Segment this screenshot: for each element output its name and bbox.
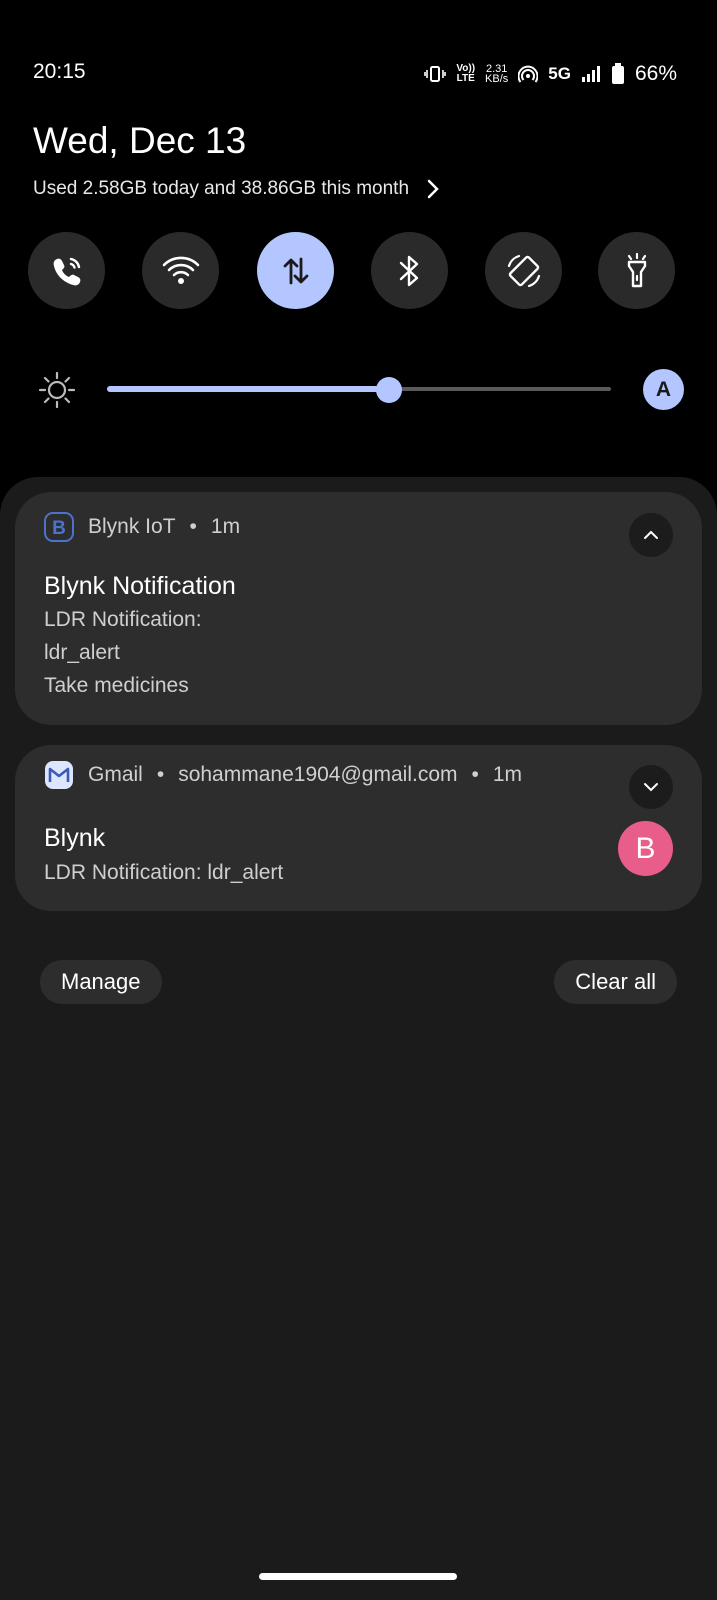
bluetooth-icon bbox=[399, 255, 418, 286]
tile-wifi[interactable] bbox=[142, 232, 219, 309]
home-indicator[interactable] bbox=[259, 1573, 457, 1580]
app-name: Gmail bbox=[88, 763, 143, 786]
status-icons: Vo)) LTE 2.31 KB/s 5G 66% bbox=[424, 62, 677, 86]
chevron-right-icon bbox=[427, 179, 439, 199]
notification-line: ldr_alert bbox=[44, 641, 120, 664]
brightness-slider-thumb[interactable] bbox=[376, 377, 403, 403]
sender-avatar: B bbox=[618, 821, 673, 876]
phone-wifi-icon bbox=[53, 257, 80, 285]
app-name: Blynk IoT bbox=[88, 515, 176, 538]
network-speed: 2.31 KB/s bbox=[485, 63, 509, 85]
blynk-app-icon: B bbox=[44, 512, 74, 542]
date-label: Wed, Dec 13 bbox=[33, 120, 247, 161]
notification-header: Gmail • sohammane1904@gmail.com • 1m bbox=[44, 760, 522, 790]
vibrate-icon bbox=[424, 65, 447, 83]
separator-dot: • bbox=[471, 763, 479, 786]
tile-flashlight[interactable] bbox=[598, 232, 675, 309]
tile-wifi-calling[interactable] bbox=[28, 232, 105, 309]
account-email: sohammane1904@gmail.com bbox=[178, 763, 458, 786]
data-usage-link[interactable]: Used 2.58GB today and 38.86GB this month bbox=[33, 178, 439, 200]
data-usage-text: Used 2.58GB today and 38.86GB this month bbox=[33, 178, 410, 199]
tile-mobile-data[interactable] bbox=[257, 232, 334, 309]
wifi-icon bbox=[162, 256, 199, 284]
notification-header: B Blynk IoT • 1m bbox=[44, 512, 240, 542]
notification-title: Blynk bbox=[44, 824, 106, 852]
separator-dot: • bbox=[156, 763, 165, 786]
chevron-down-icon bbox=[644, 783, 658, 792]
status-time: 20:15 bbox=[33, 60, 86, 83]
brightness-fill bbox=[107, 386, 390, 392]
data-arrows-icon bbox=[283, 257, 308, 284]
expand-button[interactable] bbox=[629, 765, 673, 809]
separator-dot: • bbox=[189, 515, 197, 538]
signal-icon bbox=[581, 65, 601, 83]
collapse-button[interactable] bbox=[629, 513, 673, 557]
rotate-icon bbox=[507, 254, 540, 287]
notification-line: LDR Notification: bbox=[44, 608, 202, 631]
notification-blynk[interactable]: B Blynk IoT • 1m Blynk Notification LDR … bbox=[15, 492, 702, 725]
flashlight-icon bbox=[627, 252, 646, 287]
clear-all-button[interactable]: Clear all bbox=[554, 960, 677, 1004]
volte-icon: Vo)) LTE bbox=[456, 63, 476, 84]
brightness-icon bbox=[38, 371, 76, 409]
tile-auto-rotate[interactable] bbox=[485, 232, 562, 309]
chevron-up-icon bbox=[644, 530, 658, 539]
auto-brightness-button[interactable]: A bbox=[643, 369, 684, 410]
manage-button[interactable]: Manage bbox=[40, 960, 162, 1004]
notification-line: Take medicines bbox=[44, 674, 189, 697]
notification-gmail[interactable]: Gmail • sohammane1904@gmail.com • 1m Bly… bbox=[15, 745, 702, 911]
notification-time: 1m bbox=[210, 515, 241, 538]
battery-icon bbox=[611, 63, 625, 85]
notification-line: LDR Notification: ldr_alert bbox=[44, 861, 284, 884]
notification-title: Blynk Notification bbox=[44, 572, 236, 600]
network-type: 5G bbox=[548, 64, 571, 83]
tile-bluetooth[interactable] bbox=[371, 232, 448, 309]
gmail-app-icon bbox=[45, 761, 73, 789]
notification-time: 1m bbox=[492, 763, 523, 786]
svg-text:B: B bbox=[52, 518, 66, 539]
hotspot-icon bbox=[518, 65, 539, 83]
battery-percent: 66% bbox=[634, 62, 677, 85]
